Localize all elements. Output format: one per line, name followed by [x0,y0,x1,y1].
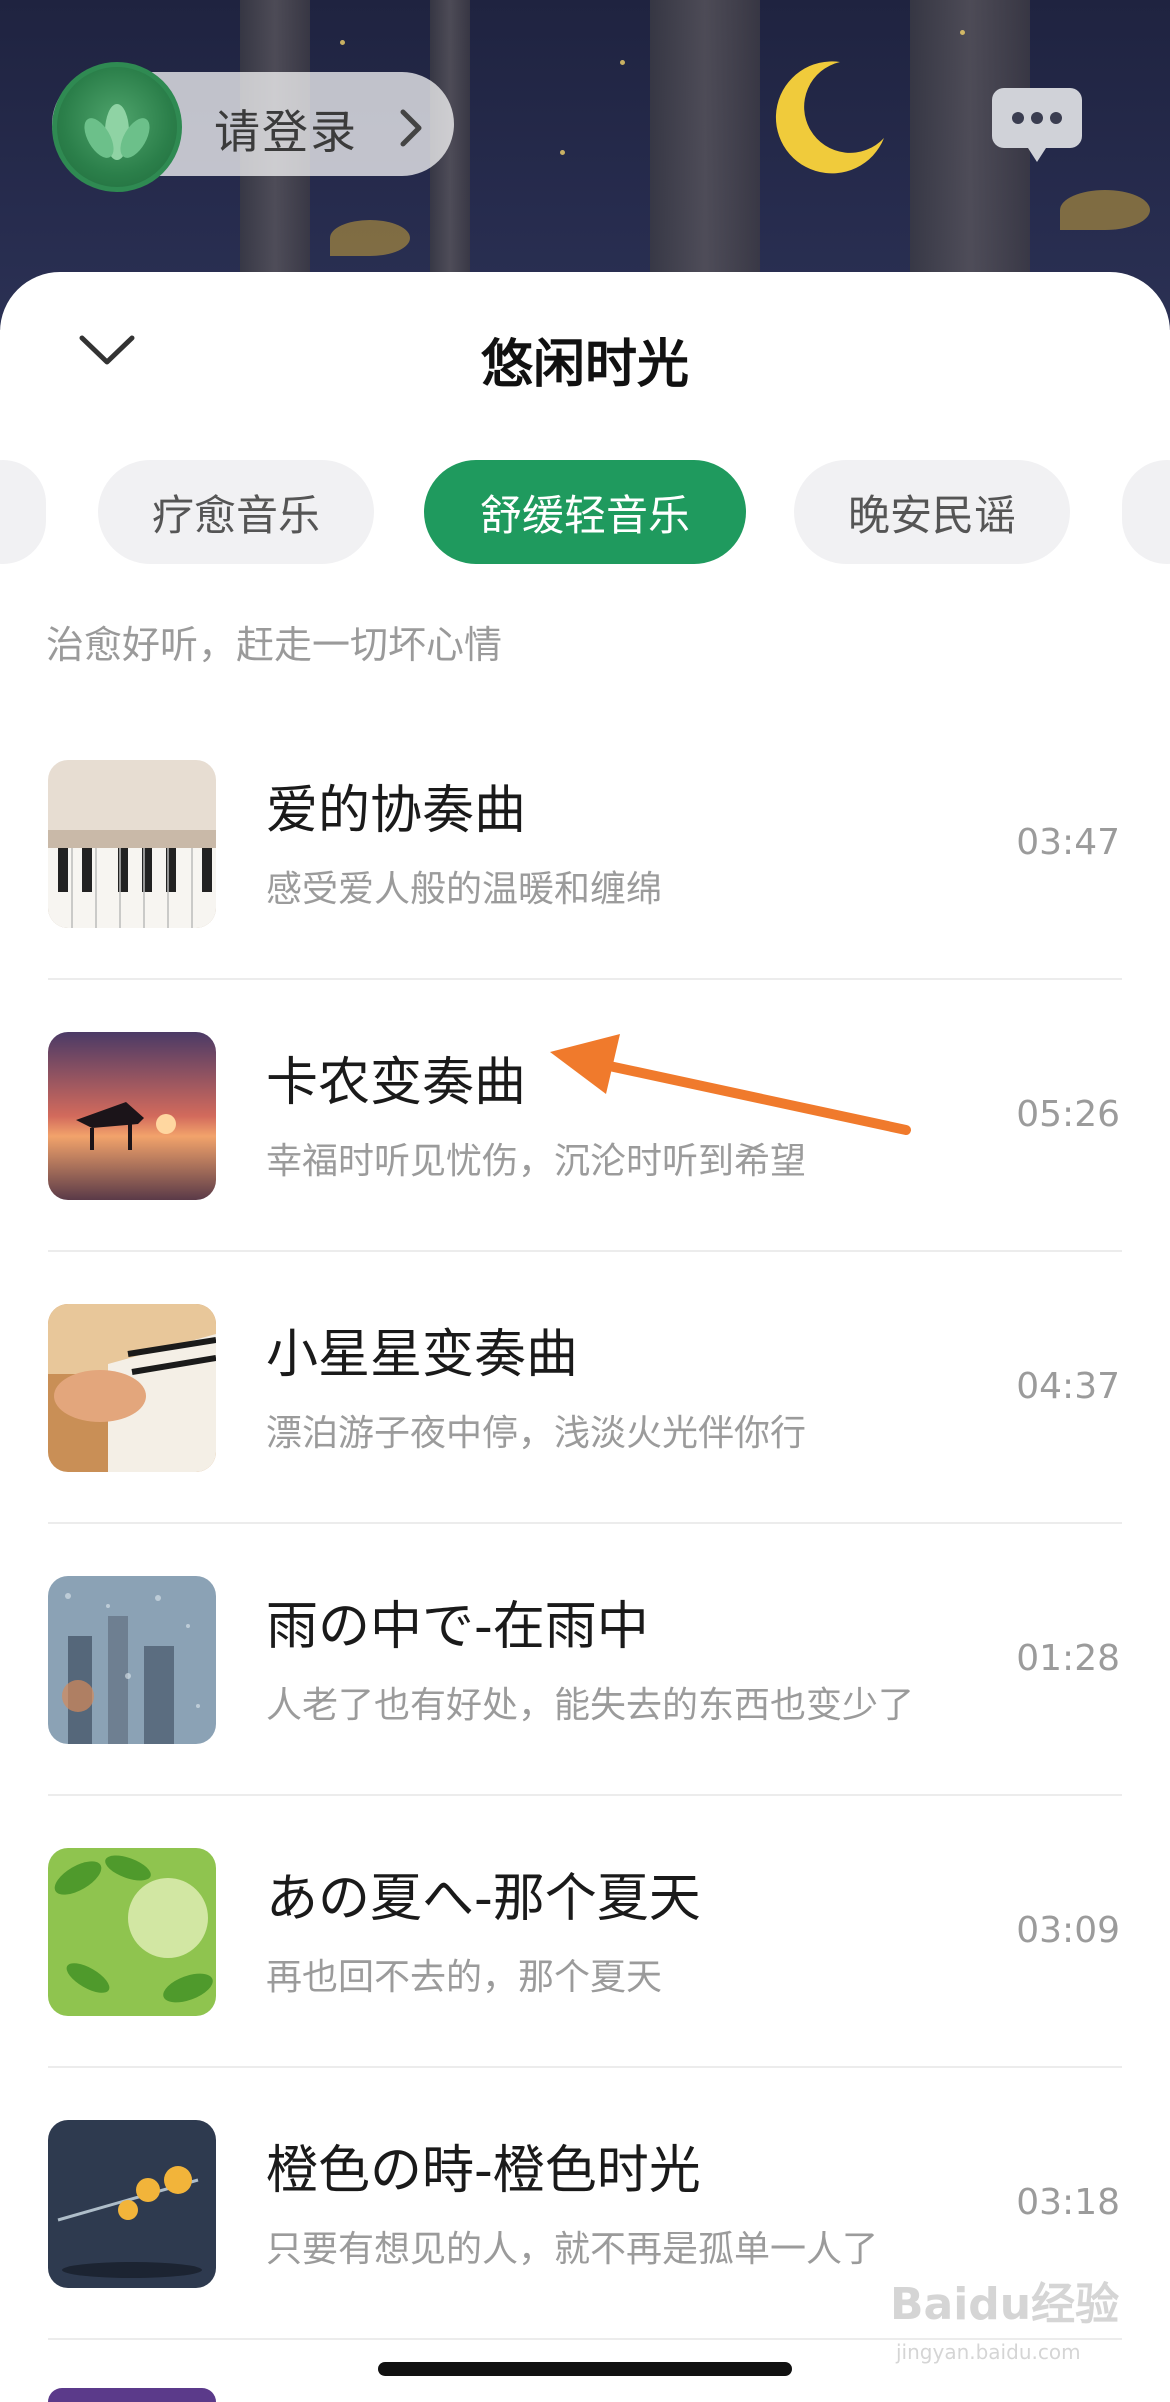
song-row[interactable]: 小星星变奏曲 漂泊游子夜中停，浅淡火光伴你行 04:37 [0,1304,1170,1576]
sunset-piano-thumbnail [48,1032,216,1200]
tab-healing-music[interactable]: 疗愈音乐 [98,460,374,564]
divider [48,978,1122,980]
watermark-logo: Baidu经验 [890,2279,1120,2330]
message-icon[interactable] [990,86,1084,166]
song-description: 人老了也有好处，能失去的东西也变少了 [266,1685,915,1726]
category-subtitle: 治愈好听，赶走一切坏心情 [46,623,503,667]
divider [48,1250,1122,1252]
annotation-arrow-icon [550,1034,911,1135]
song-duration: 03:18 [1016,2182,1120,2223]
star [560,150,565,155]
divider [48,1522,1122,1524]
tab-goodnight-folk[interactable]: 晚安民谣 [794,460,1070,564]
song-row[interactable]: 爱的协奏曲 感受爱人般的温暖和缠绵 03:47 [0,760,1170,1032]
song-row[interactable]: 雨の中で-在雨中 人老了也有好处，能失去的东西也变少了 01:28 [0,1576,1170,1848]
song-row[interactable]: あの夏へ-那个夏天 再也回不去的，那个夏天 03:09 [0,1848,1170,2120]
song-description: 漂泊游子夜中停，浅淡火光伴你行 [266,1413,807,1454]
star [340,40,345,45]
leaf-decoration [330,220,410,256]
leaf-decoration [1060,190,1150,230]
divider [48,2066,1122,2068]
song-duration: 03:09 [1016,1910,1120,1951]
login-label[interactable]: 请登录 [214,96,358,162]
summer-leaves-thumbnail [48,1848,216,2016]
song-duration: 04:37 [1016,1366,1120,1407]
hands-on-piano-thumbnail [48,1304,216,1472]
song-description: 感受爱人般的温暖和缠绵 [266,869,663,910]
song-duration: 05:26 [1016,1094,1120,1135]
watermark-url: jingyan.baidu.com [896,2340,1081,2364]
song-title: 雨の中で-在雨中 [266,1597,649,1657]
piano-keys-thumbnail [48,760,216,928]
song-title: 卡农变奏曲 [266,1053,527,1113]
song-title: あの夏へ-那个夏天 [266,1869,701,1929]
sheet-title: 悠闲时光 [480,335,689,395]
song-title: 小星星变奏曲 [266,1325,579,1385]
song-title: 橙色の時-橙色时光 [266,2141,701,2201]
rainy-window-thumbnail [48,1576,216,1744]
song-duration: 01:28 [1016,1638,1120,1679]
next-row-thumbnail [48,2388,216,2402]
star [620,60,625,65]
orange-flower-thumbnail [48,2120,216,2288]
tab-soothing-light-music[interactable]: 舒缓轻音乐 [424,460,746,564]
song-description: 只要有想见的人，就不再是孤单一人了 [266,2229,879,2270]
moon-icon [775,61,884,174]
chevron-right-icon[interactable] [398,108,424,148]
star [960,30,965,35]
lotus-avatar-icon[interactable] [52,62,182,192]
home-indicator[interactable] [378,2362,792,2376]
song-title: 爱的协奏曲 [266,781,527,841]
divider [48,1794,1122,1796]
song-description: 再也回不去的，那个夏天 [266,1957,663,1998]
song-duration: 03:47 [1016,822,1120,863]
